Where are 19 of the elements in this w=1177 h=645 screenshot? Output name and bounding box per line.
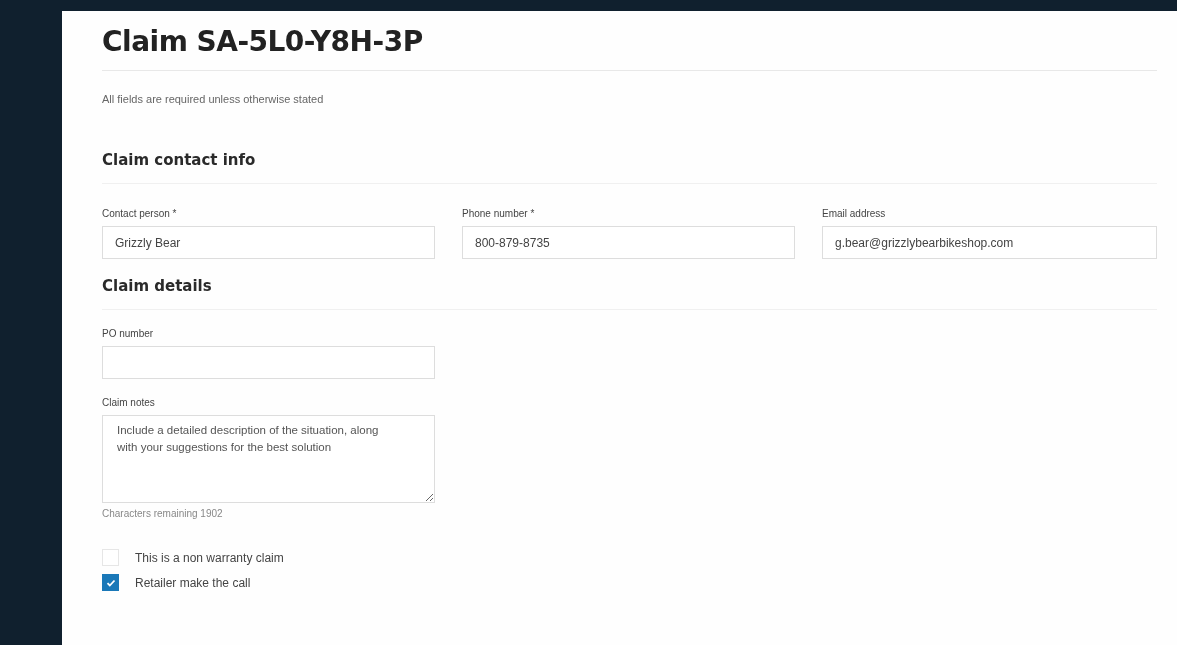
page-title: Claim SA-5L0-Y8H-3P bbox=[102, 25, 1157, 71]
checkbox-label: Retailer make the call bbox=[135, 575, 251, 590]
field-label: Contact person * bbox=[102, 208, 178, 219]
checkbox[interactable] bbox=[102, 574, 119, 591]
field-label: PO number bbox=[102, 328, 155, 339]
text-field[interactable] bbox=[102, 346, 435, 379]
field-label: Email address bbox=[822, 208, 887, 219]
field-label: Phone number * bbox=[462, 208, 536, 219]
text-field[interactable]: Grizzly Bear bbox=[102, 226, 435, 259]
character-count: Characters remaining 1902 bbox=[102, 508, 224, 519]
required-note: All fields are required unless otherwise stated bbox=[102, 93, 325, 105]
notes-field[interactable]: Include a detailed description of the situation, along with your suggestions for the best solution bbox=[102, 415, 435, 503]
checkbox-label: This is a non warranty claim bbox=[135, 550, 284, 565]
section-heading: Claim contact info bbox=[102, 151, 1157, 184]
field-label: Claim notes bbox=[102, 397, 156, 408]
text-field[interactable]: 800-879-8735 bbox=[462, 226, 795, 259]
checkmark-icon bbox=[105, 577, 116, 588]
section-heading: Claim details bbox=[102, 277, 1157, 310]
text-field[interactable]: g.bear@grizzlybearbikeshop.com bbox=[822, 226, 1157, 259]
